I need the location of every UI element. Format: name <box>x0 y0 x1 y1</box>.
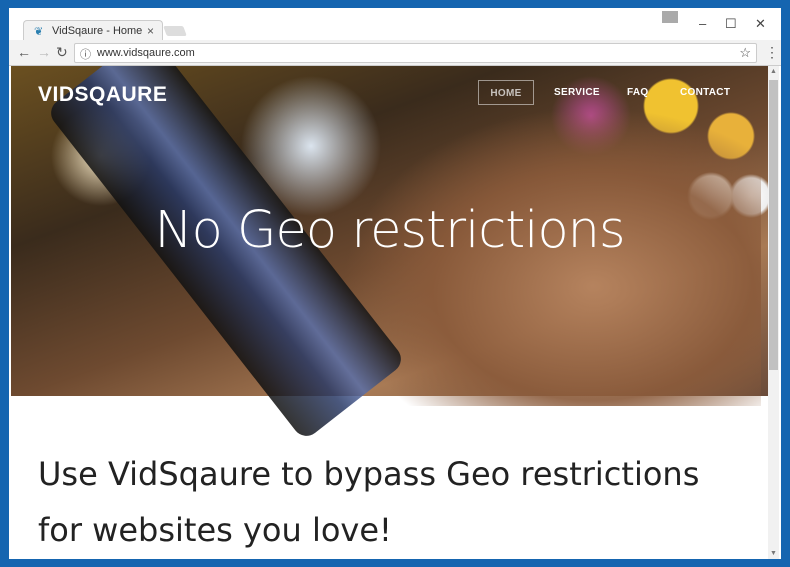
favicon-icon: ❦ <box>34 26 44 38</box>
back-icon[interactable]: ← <box>17 44 31 60</box>
site-logo[interactable]: VIDSQAURE <box>38 83 167 107</box>
nav-faq[interactable]: FAQ <box>627 87 648 98</box>
new-tab-button[interactable] <box>163 26 187 36</box>
close-icon[interactable]: ✕ <box>755 16 766 32</box>
scrollbar[interactable]: ▲ ▼ <box>768 66 779 559</box>
address-bar[interactable]: ⓘ www.vidsqaure.com ☆ <box>74 43 757 63</box>
browser-tab[interactable]: ❦ VidSqaure - Home × <box>23 20 163 42</box>
web-page: VIDSQAURE HOME SERVICE FAQ CONTACT No Ge… <box>11 66 768 559</box>
bookmark-star-icon[interactable]: ☆ <box>739 45 751 61</box>
tab-strip: ❦ VidSqaure - Home × – ☐ ✕ <box>9 8 781 42</box>
scroll-up-icon[interactable]: ▲ <box>770 68 777 75</box>
forward-icon[interactable]: → <box>37 44 51 60</box>
menu-icon[interactable]: ⋮ <box>765 44 779 61</box>
tagline: Use VidSqaure to bypass Geo restrictions… <box>38 455 700 549</box>
profile-icon[interactable] <box>662 11 678 23</box>
hero-headline: No Geo restrictions <box>154 201 625 260</box>
nav-service[interactable]: SERVICE <box>554 87 600 98</box>
tab-close-icon[interactable]: × <box>147 24 154 38</box>
nav-home[interactable]: HOME <box>478 80 534 105</box>
scroll-down-icon[interactable]: ▼ <box>770 550 777 557</box>
minimize-icon[interactable]: – <box>699 16 706 31</box>
tab-title: VidSqaure - Home <box>52 25 143 37</box>
browser-window: ❦ VidSqaure - Home × – ☐ ✕ ← → ↻ ⓘ www.v… <box>9 8 781 559</box>
maximize-icon[interactable]: ☐ <box>725 16 737 32</box>
scrollbar-thumb[interactable] <box>769 80 778 370</box>
reload-icon[interactable]: ↻ <box>56 44 68 61</box>
toolbar: ← → ↻ ⓘ www.vidsqaure.com ☆ ⋮ <box>9 40 781 66</box>
hero-banner: VIDSQAURE HOME SERVICE FAQ CONTACT No Ge… <box>11 66 768 442</box>
info-icon[interactable]: ⓘ <box>80 46 91 62</box>
url-text: www.vidsqaure.com <box>97 47 195 59</box>
nav-contact[interactable]: CONTACT <box>680 87 730 98</box>
